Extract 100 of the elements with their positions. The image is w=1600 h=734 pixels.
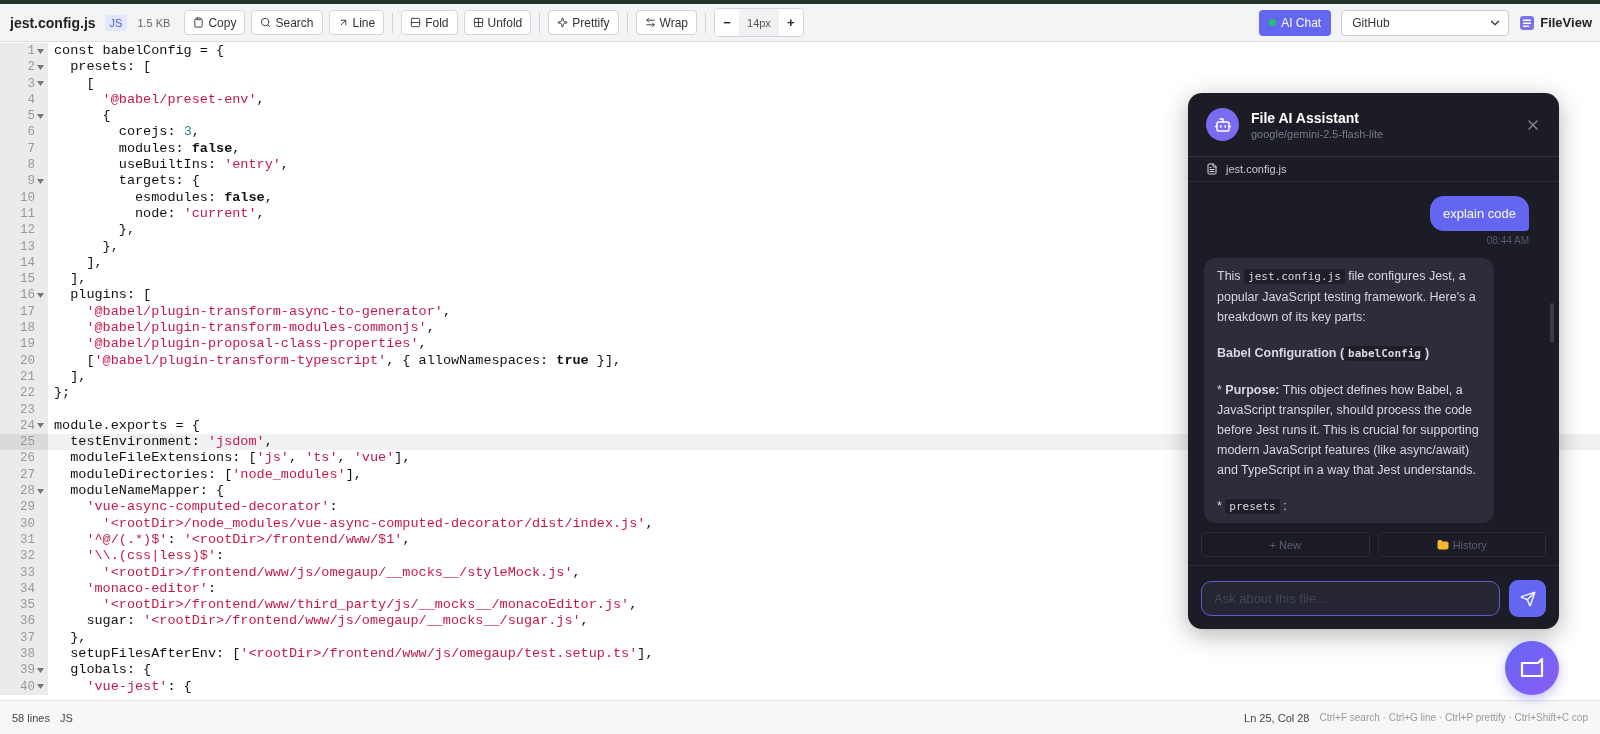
chat-title: File AI Assistant — [1251, 109, 1360, 126]
unfold-icon — [472, 17, 484, 28]
brand-text: FileView — [1540, 15, 1592, 30]
line-number: 7 — [27, 140, 35, 158]
fold-caret-icon[interactable] — [37, 423, 44, 429]
search-button[interactable]: Search — [251, 10, 323, 35]
wrap-icon — [644, 17, 656, 28]
code-line: }; — [53, 385, 71, 402]
code-line: node: 'current', — [134, 205, 265, 223]
fold-caret-icon[interactable] — [37, 684, 44, 690]
line-number: 24 — [20, 417, 35, 435]
line-number: 17 — [20, 303, 35, 321]
line-number: 9 — [27, 173, 35, 190]
prettify-icon — [557, 17, 569, 28]
message-paragraph: * presets : — [1217, 498, 1288, 516]
file-name: jest.config.js — [10, 14, 96, 31]
code-line: }, — [117, 222, 135, 239]
shortcut-hints: Ctrl+F search · Ctrl+G line · Ctrl+P prettify · Ctrl+Shift+C cop — [1319, 712, 1588, 723]
line-number: 27 — [20, 466, 35, 483]
code-line: 'monaco-editor': — [85, 580, 217, 598]
line-number: 12 — [20, 222, 35, 239]
fold-caret-icon[interactable] — [37, 113, 44, 119]
copy-icon — [193, 17, 205, 28]
line-number: 30 — [20, 515, 35, 532]
line-number: 19 — [20, 336, 35, 353]
ai-chat-button[interactable]: AI Chat — [1259, 9, 1332, 36]
code-line: [ — [85, 75, 95, 92]
code-line: testEnvironment: 'jsdom', — [69, 434, 273, 451]
line-number: 22 — [20, 385, 35, 402]
line-number: 29 — [20, 499, 35, 516]
code-line: { — [101, 108, 111, 125]
line-number: 31 — [20, 531, 35, 549]
document-icon — [1519, 14, 1536, 31]
language-label: JS — [59, 711, 73, 724]
unfold-button[interactable]: Unfold — [463, 10, 532, 35]
code-line: plugins: [ — [69, 287, 152, 304]
fold-caret-icon[interactable] — [37, 64, 44, 70]
message-paragraph: This jest.config.js file configures Jest, a popular JavaScript testing framework. Here's a breakdown of its key parts: — [1217, 268, 1477, 326]
line-number: 33 — [20, 564, 35, 581]
code-line: setupFilesAfterEnv: ['<rootDir>/frontend/www/js/omegaup/test.setup.ts'], — [69, 646, 654, 663]
code-line: '@babel/preset-env', — [101, 91, 265, 109]
line-number: 28 — [20, 483, 35, 500]
line-number: 13 — [20, 238, 35, 255]
folder-icon — [1436, 538, 1449, 551]
fold-caret-icon[interactable] — [37, 293, 44, 299]
line-number: 4 — [27, 91, 35, 109]
line-number: 23 — [20, 401, 35, 418]
code-line: modules: false, — [117, 140, 241, 158]
code-line: '<rootDir>/node_modules/vue-async-computed-decorator/dist/index.js', — [101, 515, 654, 532]
line-number: 11 — [20, 205, 35, 223]
code-line: moduleNameMapper: { — [69, 483, 225, 500]
line-number: 5 — [27, 108, 35, 125]
model-name: google/gemini-2.5-flash-lite — [1251, 127, 1385, 140]
font-size-value: 14px — [739, 9, 779, 36]
fold-caret-icon[interactable] — [37, 48, 44, 54]
copy-button[interactable]: Copy — [184, 10, 246, 35]
code-line: ], — [69, 368, 87, 386]
code-line: '@babel/plugin-proposal-class-properties', — [85, 336, 427, 353]
message-heading: Babel Configuration ( babelConfig ) — [1217, 345, 1431, 363]
line-number: 35 — [20, 597, 35, 614]
fold-caret-icon[interactable] — [37, 667, 44, 673]
code-line: }, — [101, 238, 119, 255]
line-number: 21 — [20, 368, 35, 386]
message-paragraph: explain code — [1443, 206, 1516, 221]
file-size: 1.5 KB — [137, 16, 171, 29]
code-line: moduleFileExtensions: ['js', 'ts', 'vue'], — [69, 450, 411, 467]
cursor-position: Ln 25, Col 28 — [1244, 711, 1310, 724]
code-line: presets: [ — [69, 59, 152, 76]
fold-button[interactable]: Fold — [401, 10, 458, 35]
send-button[interactable] — [1509, 580, 1546, 617]
line-number: 1 — [27, 43, 35, 60]
line-number: 6 — [27, 124, 35, 141]
scrollbar-thumb[interactable] — [1550, 303, 1554, 343]
fold-caret-icon[interactable] — [37, 488, 44, 494]
code-line: '<rootDir>/frontend/www/js/omegaup/__mocks__/styleMock.js', — [101, 564, 581, 581]
code-line: '<rootDir>/frontend/www/third_party/js/__mocks__/monacoEditor.js', — [101, 597, 638, 614]
fold-caret-icon[interactable] — [37, 179, 44, 184]
wrap-button[interactable]: Wrap — [635, 10, 697, 35]
fold-caret-icon[interactable] — [37, 81, 44, 87]
file-icon — [1206, 163, 1218, 175]
code-line: targets: { — [117, 173, 200, 190]
window-icon — [1520, 657, 1544, 679]
line-number: 8 — [27, 157, 35, 174]
prettify-button[interactable]: Prettify — [548, 10, 619, 35]
line-button[interactable]: Line — [328, 10, 385, 35]
code-line: ], — [85, 254, 103, 272]
line-number: 38 — [20, 646, 35, 663]
code-line: 'vue-async-computed-decorator': — [85, 499, 338, 516]
line-count: 58 lines — [12, 711, 50, 724]
line-number: 16 — [20, 287, 35, 304]
line-number: 10 — [20, 189, 35, 206]
source-select[interactable]: GitHub — [1341, 9, 1510, 36]
line-number: 20 — [20, 352, 35, 369]
line-number: 39 — [20, 662, 35, 679]
fold-icon — [410, 17, 422, 28]
line-number: 32 — [20, 548, 35, 565]
code-line: 'vue-jest': { — [85, 678, 192, 695]
search-icon — [260, 17, 272, 28]
code-line: '@babel/plugin-transform-async-to-generator', — [85, 303, 451, 321]
code-line: '^@/(.*)$': '<rootDir>/frontend/www/$1', — [85, 531, 411, 549]
